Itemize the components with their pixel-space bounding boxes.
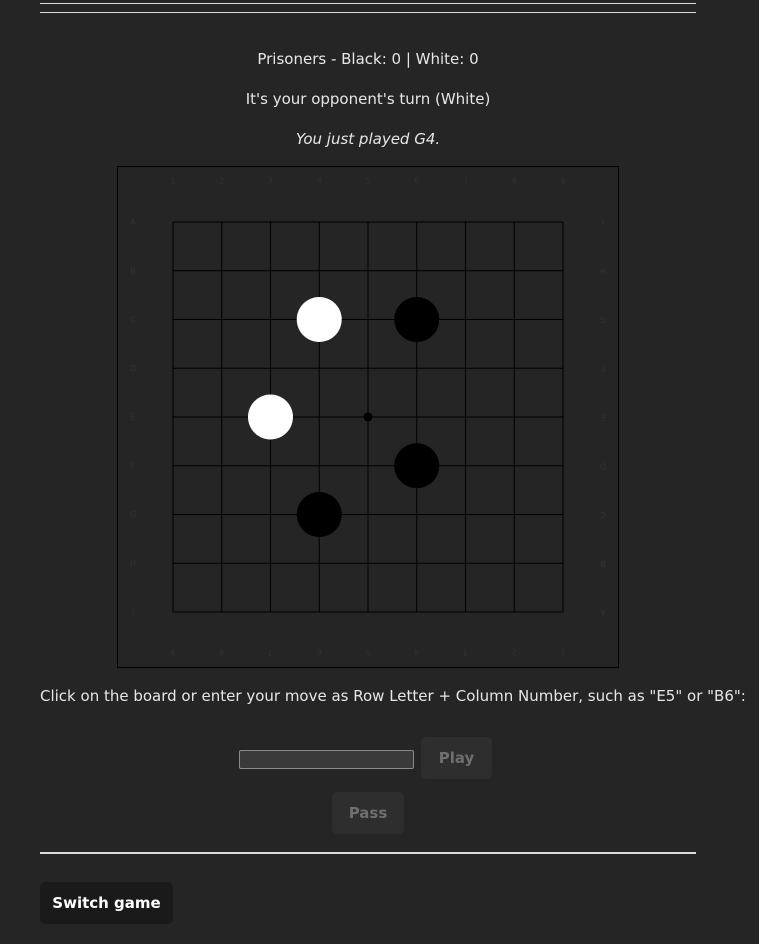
column-label-top: 9 <box>560 177 565 186</box>
row-label-right: E <box>600 413 605 422</box>
column-label-bottom: 2 <box>512 648 517 657</box>
column-label-top: 7 <box>463 177 468 186</box>
column-label-bottom: 6 <box>317 648 322 657</box>
row-label-left: H <box>130 559 136 568</box>
row-label-left: F <box>131 461 136 470</box>
row-label-left: A <box>130 218 136 227</box>
row-label-left: C <box>130 315 136 324</box>
star-point <box>363 412 373 422</box>
column-label-bottom: 3 <box>463 648 468 657</box>
move-instructions: Click on the board or enter your move as… <box>40 687 746 705</box>
switch-game-button[interactable]: Switch game <box>40 882 173 924</box>
row-label-left: E <box>130 413 135 422</box>
black-stone <box>394 297 440 342</box>
top-divider-2 <box>40 12 696 13</box>
column-label-bottom: 9 <box>170 648 175 657</box>
bottom-divider <box>40 852 696 854</box>
white-stone <box>248 394 293 440</box>
column-label-bottom: 5 <box>365 648 370 657</box>
column-label-bottom: 7 <box>268 648 273 657</box>
column-label-top: 4 <box>317 177 322 186</box>
move-input[interactable] <box>239 750 414 769</box>
go-board[interactable]: 1 2 3 4 5 6 7 8 9 9 8 7 6 5 4 3 2 1 A B C D E F G H I I H G F E D C B A <box>117 166 619 668</box>
white-stone <box>296 297 342 342</box>
column-label-top: 2 <box>219 177 224 186</box>
column-label-bottom: 4 <box>414 648 419 657</box>
black-stone <box>394 443 440 489</box>
prisoners-status: Prisoners - Black: 0 | White: 0 <box>257 50 479 68</box>
row-label-right: B <box>600 559 606 568</box>
column-label-top: 3 <box>268 177 273 186</box>
column-label-top: 1 <box>170 177 175 186</box>
column-label-top: 6 <box>414 177 419 186</box>
column-label-top: 8 <box>512 177 517 186</box>
play-button[interactable]: Play <box>421 737 492 779</box>
row-label-right: I <box>602 218 604 227</box>
column-label-bottom: 1 <box>560 648 565 657</box>
row-label-right: G <box>600 315 606 324</box>
top-divider-1 <box>40 3 696 4</box>
row-label-right: F <box>600 364 605 373</box>
pass-button[interactable]: Pass <box>332 792 404 834</box>
row-label-left: B <box>130 266 136 275</box>
last-move-status: You just played G4. <box>295 130 441 148</box>
row-label-left: I <box>132 608 134 617</box>
row-label-left: D <box>130 364 136 373</box>
black-stone <box>296 492 342 537</box>
column-label-top: 5 <box>365 177 370 186</box>
turn-status: It's your opponent's turn (White) <box>245 90 491 108</box>
row-label-left: G <box>130 510 136 519</box>
column-label-bottom: 8 <box>219 648 224 657</box>
row-label-right: D <box>600 461 606 470</box>
row-label-right: C <box>600 510 606 519</box>
row-label-right: H <box>600 266 606 275</box>
row-label-right: A <box>600 608 606 617</box>
